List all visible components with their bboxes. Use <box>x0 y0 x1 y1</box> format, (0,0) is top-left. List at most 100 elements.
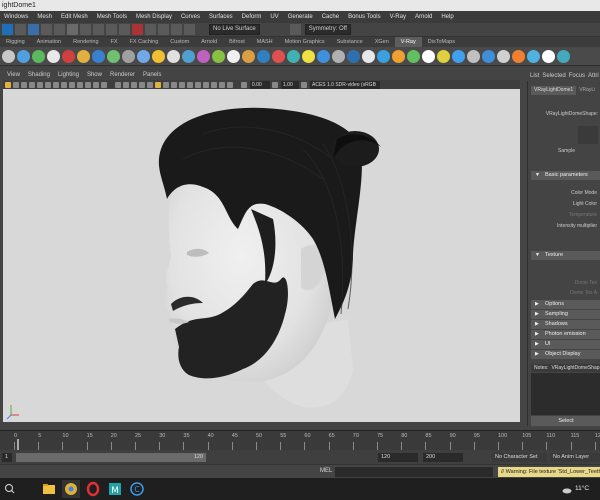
lock-camera-icon[interactable] <box>13 81 19 88</box>
snap-surface-icon[interactable] <box>93 24 104 35</box>
shelf-tool-icon[interactable] <box>482 49 495 63</box>
shelf-tab-animation[interactable]: Animation <box>31 37 67 47</box>
menu-bonus-tools[interactable]: Bonus Tools <box>348 14 381 20</box>
time-slider[interactable]: 0 5 10 15 20 25 30 35 40 45 50 55 60 65 70 75 80 85 90 95 10… <box>0 430 600 450</box>
menu-v-ray[interactable]: V-Ray <box>390 14 406 20</box>
sample-swatch[interactable] <box>578 126 598 144</box>
panel-tab-list[interactable]: List <box>530 73 539 79</box>
anim-layer-dropdown[interactable]: No Anim Layer <box>550 453 600 462</box>
depth-of-field-icon[interactable] <box>195 81 201 88</box>
xray-icon[interactable] <box>211 81 217 88</box>
shelf-tool-icon[interactable] <box>512 49 525 63</box>
menu-deform[interactable]: Deform <box>242 14 262 20</box>
section-sampling[interactable]: ▶ Sampling <box>531 310 600 319</box>
shelf-tool-icon[interactable] <box>32 49 45 63</box>
film-gate-icon[interactable] <box>61 81 67 88</box>
shelf-tab-v-ray[interactable]: V-Ray <box>394 37 422 47</box>
view-transform-dropdown[interactable]: ACES 1.0 SDR-video (sRGB <box>310 80 380 89</box>
live-surface-dropdown[interactable]: No Live Surface <box>209 24 260 35</box>
node-tab-dome[interactable]: VRayLightDome1 <box>531 86 577 95</box>
wireframe-on-shaded-icon[interactable] <box>139 81 145 88</box>
section-options[interactable]: ▶ Options <box>531 300 600 309</box>
viewport-menu-view[interactable]: View <box>7 72 20 78</box>
shelf-tool-icon[interactable] <box>332 49 345 63</box>
motion-blur-icon[interactable] <box>179 81 185 88</box>
ipr-icon[interactable] <box>145 24 156 35</box>
camera-icon[interactable] <box>5 81 11 88</box>
shelf-tab-fx-caching[interactable]: FX Caching <box>124 37 165 47</box>
field-chart-icon[interactable] <box>85 81 91 88</box>
snap-view-icon[interactable] <box>80 24 91 35</box>
safe-title-icon[interactable] <box>101 81 107 88</box>
menu-help[interactable]: Help <box>441 14 453 20</box>
shelf-tool-icon[interactable] <box>137 49 150 63</box>
shelf-tool-icon[interactable] <box>287 49 300 63</box>
shelf-tool-icon[interactable] <box>317 49 330 63</box>
menu-cache[interactable]: Cache <box>322 14 339 20</box>
shelf-tab-bifrost[interactable]: Bifrost <box>223 37 251 47</box>
shelf-tool-icon[interactable] <box>362 49 375 63</box>
shelf-tool-icon[interactable] <box>257 49 270 63</box>
shelf-tab-substance[interactable]: Substance <box>331 37 369 47</box>
snap-grid-icon[interactable] <box>41 24 52 35</box>
default-material-icon[interactable] <box>131 81 137 88</box>
range-slider-bar[interactable]: 120 <box>16 453 206 462</box>
shelf-tab-arnold[interactable]: Arnold <box>195 37 223 47</box>
perspective-viewport[interactable] <box>3 89 520 422</box>
panel-tab-selected[interactable]: Selected <box>542 73 565 79</box>
ambient-occlusion-icon[interactable] <box>171 81 177 88</box>
shelf-tool-icon[interactable] <box>152 49 165 63</box>
render-icon[interactable] <box>132 24 143 35</box>
menu-generate[interactable]: Generate <box>288 14 313 20</box>
exposure-icon[interactable] <box>241 81 247 88</box>
shelf-tool-icon[interactable] <box>17 49 30 63</box>
menu-curves[interactable]: Curves <box>181 14 200 20</box>
magnet-icon[interactable] <box>184 24 195 35</box>
shelf-tool-icon[interactable] <box>392 49 405 63</box>
menu-mesh-display[interactable]: Mesh Display <box>136 14 172 20</box>
gamma-field[interactable]: 1.00 <box>281 80 299 89</box>
shelf-tool-icon[interactable] <box>107 49 120 63</box>
symmetry-dropdown[interactable]: Symmetry: Off <box>304 24 351 35</box>
shelf-tool-icon[interactable] <box>227 49 240 63</box>
shelf-tool-icon[interactable] <box>377 49 390 63</box>
shelf-tool-icon[interactable] <box>2 49 15 63</box>
shelf-tool-icon[interactable] <box>302 49 315 63</box>
shelf-tab-rendering[interactable]: Rendering <box>67 37 104 47</box>
resolution-gate-icon[interactable] <box>69 81 75 88</box>
shelf-tab-mash[interactable]: MASH <box>251 37 279 47</box>
menu-edit-mesh[interactable]: Edit Mesh <box>61 14 88 20</box>
shelf-tool-icon[interactable] <box>527 49 540 63</box>
file-explorer-icon[interactable] <box>40 480 58 498</box>
menu-arnold[interactable]: Arnold <box>415 14 432 20</box>
anim-total-field[interactable]: 200 <box>423 453 463 462</box>
menu-mesh-tools[interactable]: Mesh Tools <box>97 14 127 20</box>
current-time-indicator[interactable] <box>17 439 19 450</box>
exposure-field[interactable]: 0.00 <box>250 80 270 89</box>
render-frame-icon[interactable] <box>119 24 130 35</box>
shelf-tool-icon[interactable] <box>542 49 555 63</box>
opera-icon[interactable] <box>84 480 102 498</box>
xray-components-icon[interactable] <box>227 81 233 88</box>
shelf-tool-icon[interactable] <box>167 49 180 63</box>
menu-windows[interactable]: Windows <box>4 14 28 20</box>
shelf-tool-icon[interactable] <box>347 49 360 63</box>
isolate-select-icon[interactable] <box>203 81 209 88</box>
shelf-tool-icon[interactable] <box>557 49 570 63</box>
safe-action-icon[interactable] <box>93 81 99 88</box>
viewport-menu-shading[interactable]: Shading <box>28 72 50 78</box>
maya-icon[interactable]: M <box>106 480 124 498</box>
image-plane-icon[interactable] <box>29 81 35 88</box>
bookmark-icon[interactable] <box>21 81 27 88</box>
notes-textarea[interactable] <box>531 373 600 415</box>
shelf-tab-custom[interactable]: Custom <box>164 37 195 47</box>
textured-icon[interactable] <box>147 81 153 88</box>
gate-mask-icon[interactable] <box>77 81 83 88</box>
wireframe-icon[interactable] <box>115 81 121 88</box>
snap-point-icon[interactable] <box>67 24 78 35</box>
shelf-tool-icon[interactable] <box>422 49 435 63</box>
panel-tab-attri[interactable]: Attri <box>588 73 599 79</box>
symmetry-icon[interactable] <box>289 24 301 35</box>
shelf-tool-icon[interactable] <box>47 49 60 63</box>
shelf-tool-icon[interactable] <box>407 49 420 63</box>
